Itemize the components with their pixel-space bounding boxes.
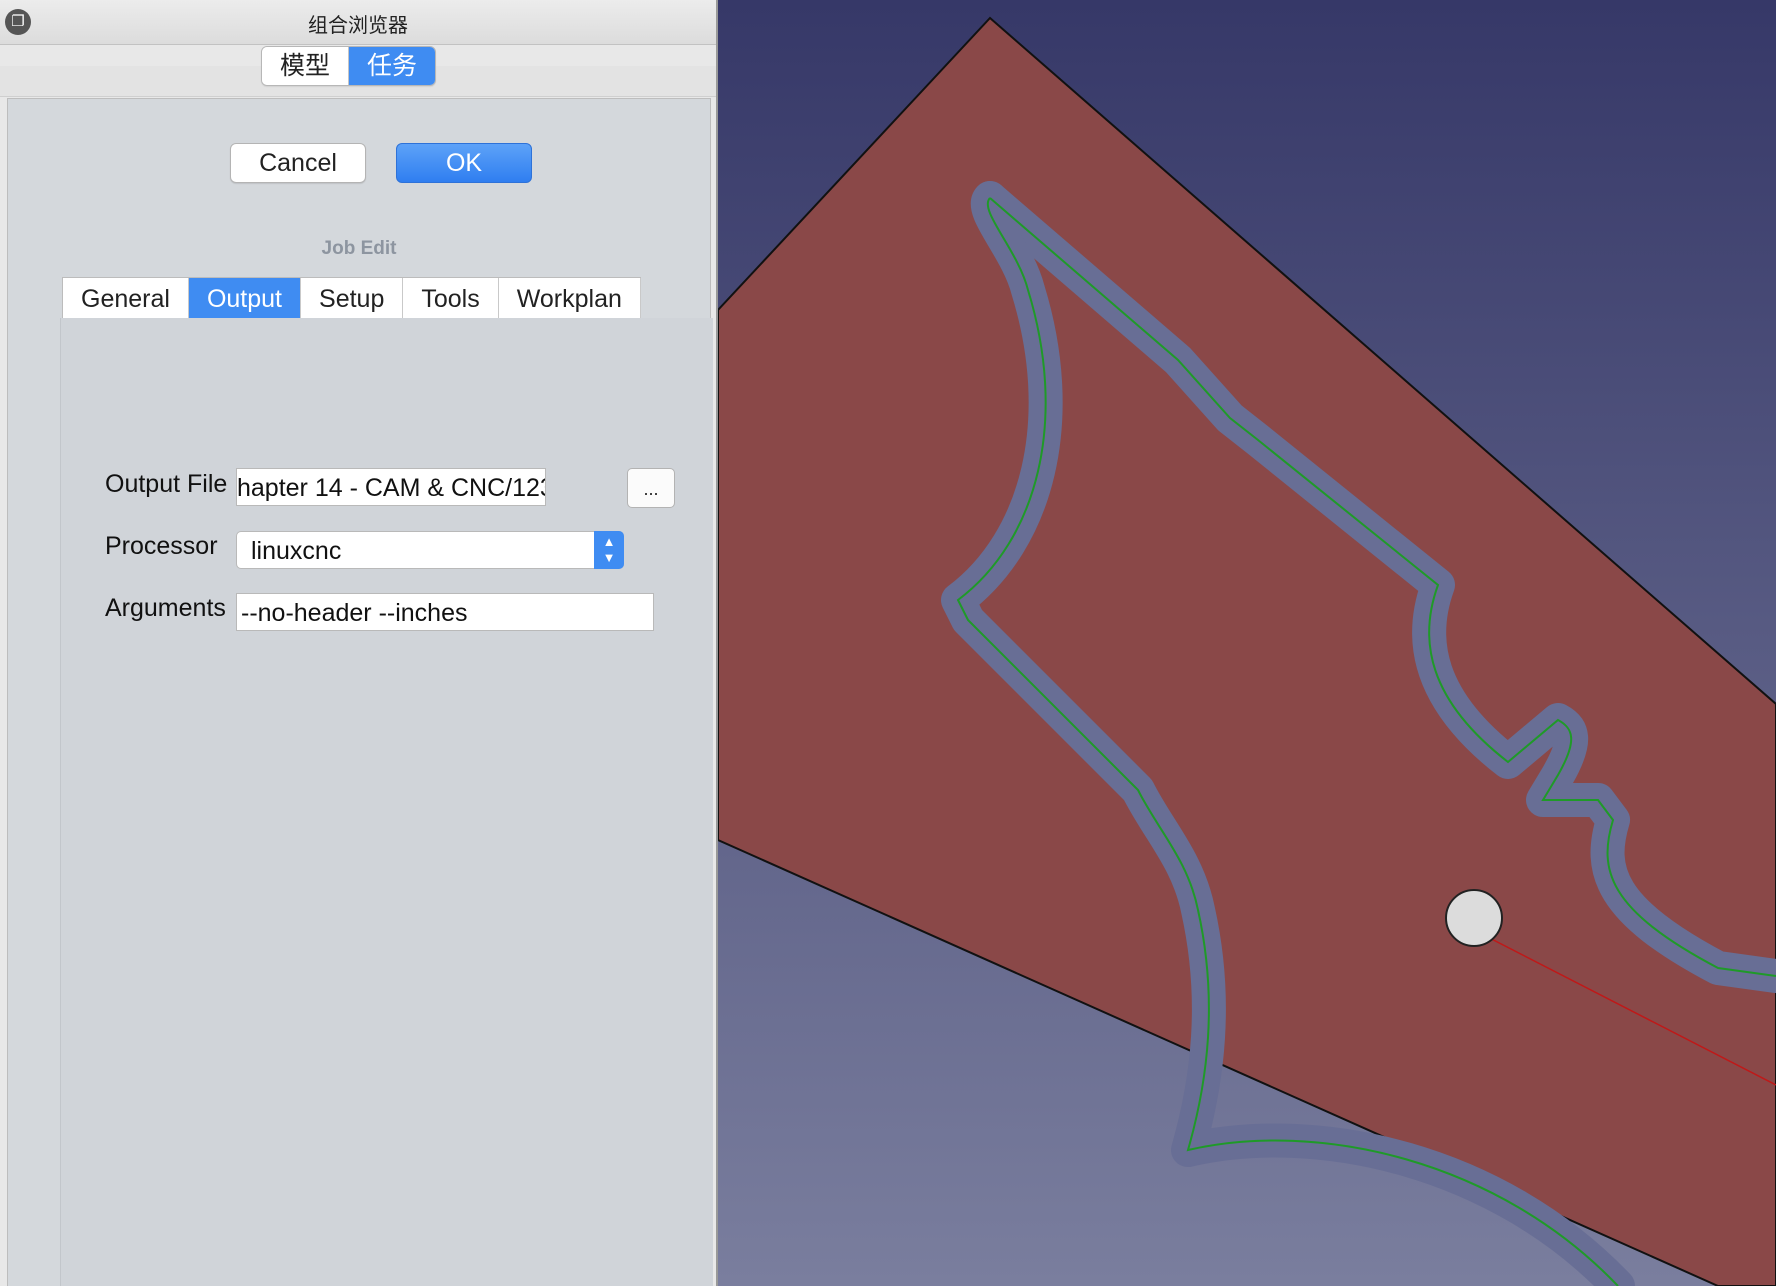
task-panel: Cancel OK Job Edit General Output Setup … [7, 98, 713, 1286]
tab-tools[interactable]: Tools [403, 278, 499, 318]
ok-button[interactable]: OK [396, 143, 532, 183]
combo-view-tabs: 模型 任务 [261, 46, 437, 86]
output-tab-content: Output File hapter 14 - CAM & CNC/123 ..… [60, 318, 713, 1286]
arguments-label: Arguments [105, 594, 226, 622]
tab-model[interactable]: 模型 [262, 47, 350, 85]
cancel-button[interactable]: Cancel [230, 143, 366, 183]
panel-title-bar: ❐ 组合浏览器 [0, 0, 716, 45]
3d-view[interactable] [718, 0, 1776, 1286]
arguments-input[interactable]: --no-header --inches [236, 593, 654, 631]
processor-value: linuxcnc [251, 537, 342, 565]
job-edit-tabs: General Output Setup Tools Workplan [62, 277, 641, 319]
tab-workplan[interactable]: Workplan [498, 278, 641, 318]
panel-title: 组合浏览器 [308, 15, 408, 37]
tab-output[interactable]: Output [188, 278, 302, 318]
tab-general[interactable]: General [63, 278, 189, 318]
combo-browser-panel: ❐ 组合浏览器 Cancel OK Job Edit General Outpu… [0, 0, 716, 1286]
origin-marker[interactable] [1445, 889, 1503, 947]
browse-button[interactable]: ... [627, 468, 675, 508]
chevron-up-down-icon: ▲ ▼ [594, 531, 624, 569]
processor-select[interactable]: linuxcnc ▲ ▼ [236, 531, 624, 569]
tab-tasks[interactable]: 任务 [349, 47, 436, 85]
output-file-input[interactable]: hapter 14 - CAM & CNC/123 [236, 468, 546, 506]
output-file-label: Output File [105, 470, 228, 498]
job-edit-title: Job Edit [321, 238, 397, 259]
tab-setup[interactable]: Setup [301, 278, 404, 318]
3d-scene [718, 0, 1776, 1286]
processor-label: Processor [105, 532, 218, 560]
